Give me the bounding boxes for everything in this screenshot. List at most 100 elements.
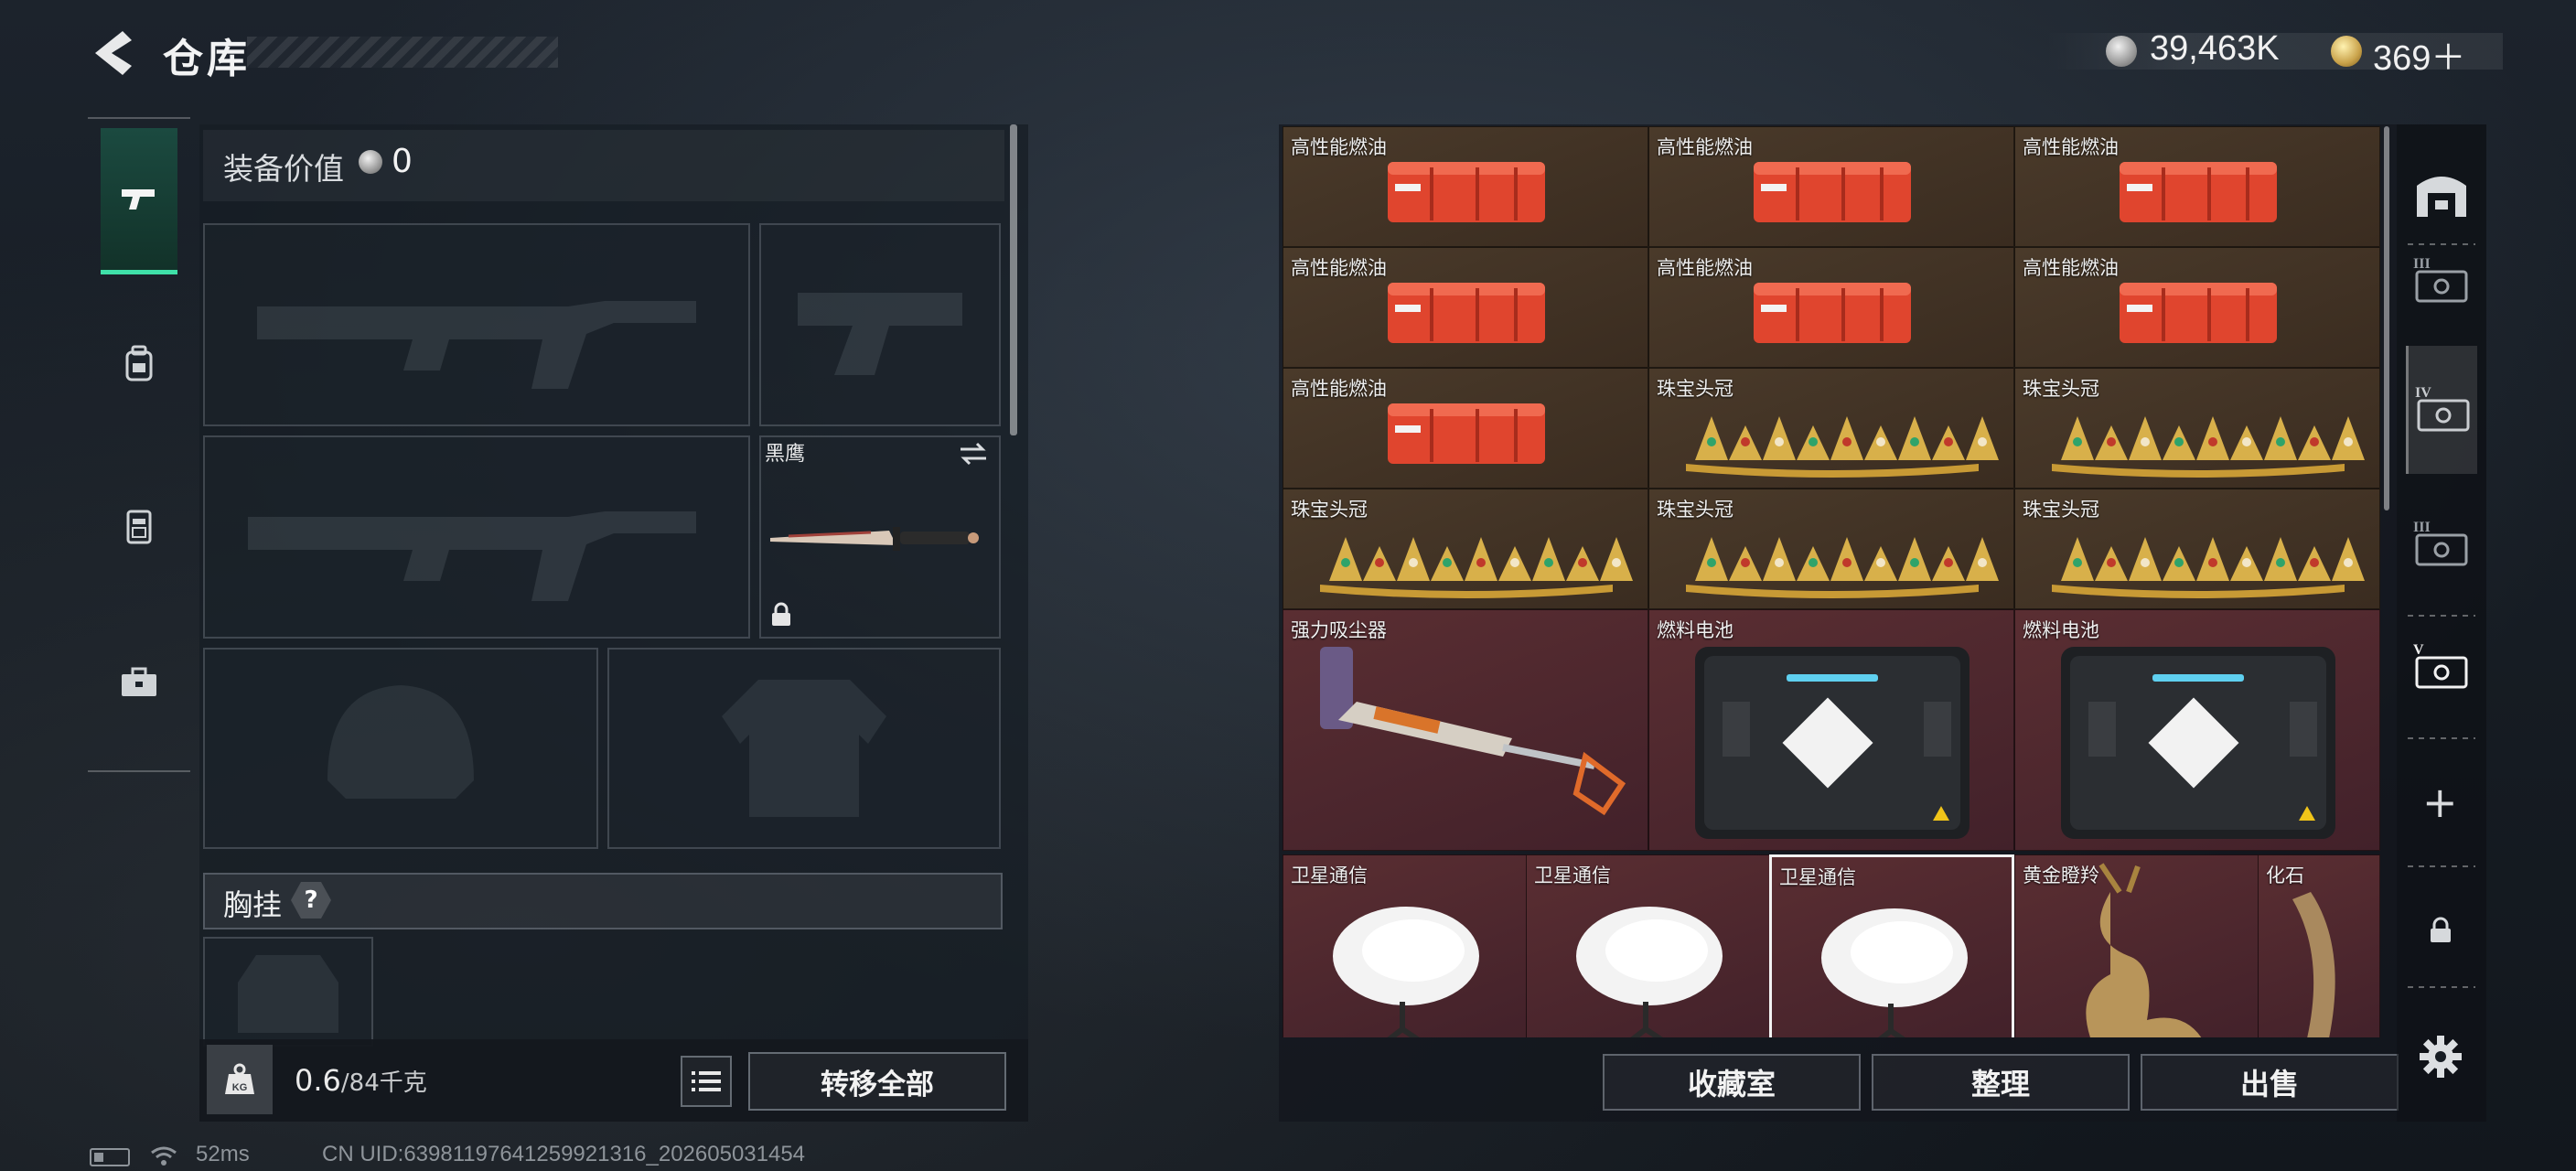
backpack-icon [125,345,153,381]
silver-coin-icon [2106,36,2137,67]
storage-item-battery[interactable]: 燃料电池 [2014,609,2380,851]
rail-divider [2408,737,2475,739]
pistol-silhouette-icon [798,293,962,375]
melee-item-name: 黑鹰 [765,443,806,466]
storage-item-tiara[interactable]: 珠宝头冠 [1648,489,2014,609]
storage-item-tiara[interactable]: 珠宝头冠 [1283,489,1648,609]
storage-item-fossil[interactable]: 化石 [2258,854,2380,1037]
storage-item-label: 燃料电池 [1657,619,1733,641]
weight-readout: 0.6/84千克 [295,1063,427,1098]
vest-icon [126,510,152,544]
chest-rig-silhouette-icon [238,955,338,1033]
ping-readout: 52ms [196,1142,250,1166]
storage-item-satellite[interactable]: 卫星通信 [1769,854,2014,1037]
case-iv-tab[interactable]: IV [2406,346,2477,474]
storage-item-label: 高性能燃油 [1291,378,1387,400]
primary-weapon-slot[interactable] [203,223,750,426]
storage-item-label: 化石 [2266,865,2304,886]
lock-icon [2431,917,2451,942]
svg-text:III: III [2413,520,2431,535]
storage-item-label: 珠宝头冠 [1657,499,1733,521]
sidearm-slot[interactable] [759,223,1001,426]
page-title: 仓库 [163,36,251,82]
wifi-icon [151,1146,177,1166]
swap-icon[interactable] [957,439,990,468]
rail-divider [2408,615,2475,617]
loadout-value-amount: 0 [392,143,413,180]
rifle-silhouette-icon [257,301,696,389]
pistol-icon [122,188,155,209]
storage-item-fuel[interactable]: 高性能燃油 [1283,126,1648,247]
loadout-value-label: 装备价值 [223,151,344,187]
tab-toolbox[interactable] [101,609,177,756]
add-case-button[interactable]: + [2422,778,2458,827]
storage-item-label: 强力吸尘器 [1291,619,1387,641]
loadout-scrollbar[interactable] [1010,124,1017,435]
storage-item-fuel[interactable]: 高性能燃油 [1283,368,1648,489]
rail-divider [2408,865,2475,867]
gold-currency-amount[interactable]: 369＋ [2373,29,2465,80]
chest-rig-label: 胸挂 [223,887,283,922]
case-iii-icon: III [2413,256,2468,303]
storage-item-fuel[interactable]: 高性能燃油 [1648,126,2014,247]
rail-divider [2408,986,2475,988]
tab-weapons[interactable] [101,128,177,274]
depot-icon [2417,177,2466,217]
storage-item-satellite[interactable]: 卫星通信 [1526,854,1771,1037]
silver-coin-icon [359,150,382,174]
battery-icon [90,1148,130,1166]
user-uid: CN UID:639811976412599213​16_20260503145… [322,1142,806,1166]
storage-item-fuel[interactable]: 高性能燃油 [1648,247,2014,368]
case-iii-tab[interactable]: III [2406,245,2477,317]
storage-item-vacuum[interactable]: 强力吸尘器 [1283,609,1648,851]
case-iii-b-tab[interactable]: III [2406,509,2477,580]
depot-tab[interactable] [2406,157,2477,229]
storage-item-label: 卫星通信 [1534,865,1611,886]
storage-item-label: 珠宝头冠 [1657,378,1733,400]
storage-item-gazelle[interactable]: 黄金瞪羚 [2014,854,2259,1037]
storage-item-tiara[interactable]: 珠宝头冠 [2014,368,2380,489]
storage-item-label: 卫星通信 [1291,865,1368,886]
storage-item-label: 珠宝头冠 [2023,499,2099,521]
storage-item-satellite[interactable]: 卫星通信 [1283,854,1528,1037]
storage-item-fuel[interactable]: 高性能燃油 [2014,126,2380,247]
storage-grid: 高性能燃油 高性能燃油 高性能燃油 高性能燃油 高性能燃油 高性能燃油 高性能燃… [1283,126,2380,1037]
collection-room-button[interactable]: 收藏室 [1603,1054,1861,1111]
weight-current: 0.6 [295,1063,341,1098]
helmet-silhouette-icon [327,685,474,799]
settings-gear-icon[interactable] [2418,1034,2463,1080]
svg-text:III: III [2413,256,2431,272]
rifle-silhouette-icon [248,511,696,601]
helmet-slot[interactable] [203,648,598,849]
case-iv-icon: IV [2415,385,2469,432]
storage-item-fuel[interactable]: 高性能燃油 [1283,247,1648,368]
organize-button[interactable]: 整理 [1872,1054,2130,1111]
armor-silhouette-icon [722,680,886,817]
storage-item-battery[interactable]: 燃料电池 [1648,609,2014,851]
tab-vest[interactable] [101,454,177,600]
case-iii-b-icon: III [2413,520,2468,566]
armor-slot[interactable] [607,648,1001,849]
tab-backpack[interactable] [101,291,177,437]
storage-item-tiara[interactable]: 珠宝头冠 [2014,489,2380,609]
secondary-weapon-slot[interactable] [203,435,750,639]
toolbox-icon [122,667,156,696]
list-view-button[interactable] [681,1056,732,1107]
gold-coin-icon [2331,36,2362,67]
storage-item-label: 黄金瞪羚 [2023,865,2099,886]
storage-item-label: 高性能燃油 [2023,136,2119,158]
storage-item-label: 卫星通信 [1779,866,1856,888]
chest-rig-slot[interactable] [203,937,373,1047]
list-icon [692,1071,721,1091]
transfer-all-button[interactable]: 转移全部 [748,1052,1006,1111]
case-v-tab[interactable]: V [2406,631,2477,703]
storage-item-fuel[interactable]: 高性能燃油 [2014,247,2380,368]
storage-scrollbar[interactable] [2384,126,2389,510]
svg-text:KG: KG [232,1082,248,1093]
case-v-icon: V [2413,642,2468,689]
weight-max: /84千克 [340,1069,427,1097]
svg-text:IV: IV [2415,385,2431,401]
sell-button[interactable]: 出售 [2141,1054,2399,1111]
back-arrow-icon[interactable] [88,27,134,79]
storage-item-tiara[interactable]: 珠宝头冠 [1648,368,2014,489]
